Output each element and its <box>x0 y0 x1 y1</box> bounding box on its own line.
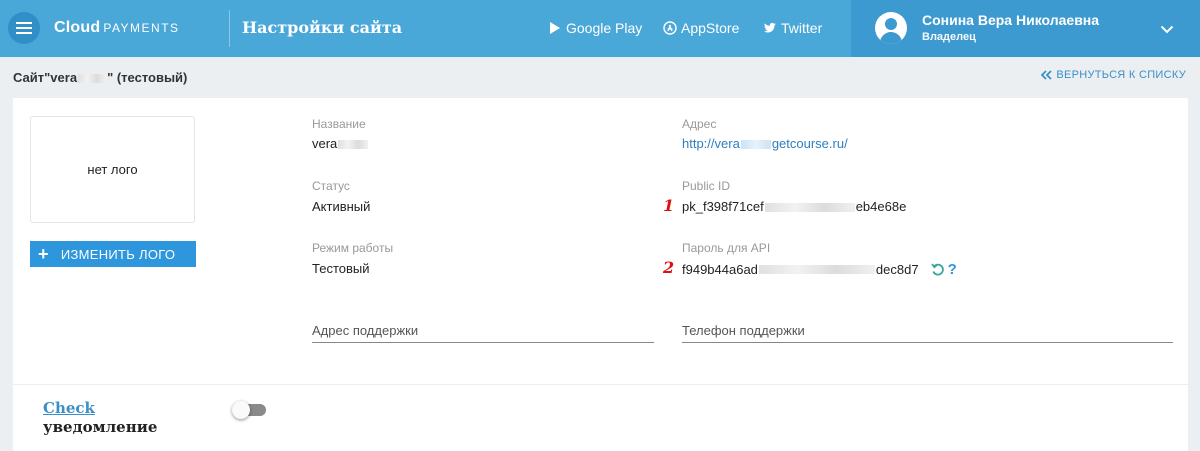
top-header: Cloud PAYMENTS Настройки сайта Google Pla… <box>0 0 1200 57</box>
name-value: vera <box>312 136 369 151</box>
name-value-text: vera <box>312 136 338 151</box>
annotation-marker-1: 1 <box>663 196 675 215</box>
public-id-label: Public ID <box>682 179 731 193</box>
address-suffix: getcourse.ru/ <box>771 136 848 151</box>
public-id-value: pk_f398f71cef eb4e68e <box>682 199 906 214</box>
plus-icon: + <box>38 244 49 264</box>
site-title-suffix: " (тестовый) <box>107 70 188 85</box>
check-notification-link[interactable]: Check <box>43 399 95 417</box>
help-icon[interactable]: ? <box>948 261 957 278</box>
status-label: Статус <box>312 179 350 193</box>
page-title: Настройки сайта <box>242 18 403 37</box>
support-address-input[interactable] <box>312 317 654 338</box>
no-logo-text: нет лого <box>87 162 138 177</box>
logo-light-text: PAYMENTS <box>103 21 180 35</box>
address-prefix: http://vera <box>682 136 740 151</box>
api-password-prefix: f949b44a6ad <box>682 262 758 277</box>
redacted-block <box>338 140 369 150</box>
support-address-field[interactable] <box>312 317 654 343</box>
api-password-suffix: dec8d7 <box>875 262 919 277</box>
address-label: Адрес <box>682 117 717 131</box>
avatar-icon <box>875 12 907 44</box>
change-logo-button[interactable]: + ИЗМЕНИТЬ ЛОГО <box>30 241 196 267</box>
appstore-link[interactable]: AppStore <box>663 20 739 36</box>
app-logo[interactable]: Cloud PAYMENTS <box>54 19 180 37</box>
user-name: Сонина Вера Николаевна <box>922 12 1100 28</box>
redacted-block <box>758 265 875 274</box>
double-chevron-left-icon <box>1041 70 1052 80</box>
redacted-block <box>764 203 855 213</box>
status-value: Активный <box>312 199 371 214</box>
api-password-value: f949b44a6ad dec8d7 ? <box>682 261 957 278</box>
redacted-block <box>78 74 107 84</box>
toggle-knob <box>232 401 250 419</box>
annotation-marker-2: 2 <box>663 258 675 277</box>
check-notification-subtitle: уведомление <box>43 418 158 436</box>
check-notification-toggle[interactable] <box>232 401 266 419</box>
appstore-label: AppStore <box>681 20 740 36</box>
support-phone-field[interactable] <box>682 317 1173 343</box>
mode-value: Тестовый <box>312 261 370 276</box>
menu-icon[interactable] <box>8 12 40 44</box>
logo-preview: нет лого <box>30 116 195 223</box>
twitter-label: Twitter <box>781 20 823 36</box>
refresh-icon[interactable] <box>930 262 945 277</box>
appstore-icon <box>663 21 677 35</box>
header-divider <box>229 10 230 47</box>
name-label: Название <box>312 117 366 131</box>
public-id-suffix: eb4e68e <box>855 199 907 214</box>
google-play-link[interactable]: Google Play <box>548 20 642 36</box>
twitter-icon <box>764 23 776 33</box>
site-address-link[interactable]: http://vera getcourse.ru/ <box>682 136 848 151</box>
site-title: Сайт"vera " (тестовый) <box>13 70 187 85</box>
change-logo-label: ИЗМЕНИТЬ ЛОГО <box>60 246 176 262</box>
support-phone-input[interactable] <box>682 317 1173 338</box>
back-to-list-link[interactable]: ВЕРНУТЬСЯ К СПИСКУ <box>1041 69 1186 81</box>
back-to-list-label: ВЕРНУТЬСЯ К СПИСКУ <box>1056 69 1186 81</box>
mode-label: Режим работы <box>312 241 394 255</box>
user-role: Владелец <box>922 31 976 43</box>
google-play-label: Google Play <box>566 20 643 36</box>
section-divider <box>13 384 1188 385</box>
google-play-icon <box>550 22 560 34</box>
public-id-prefix: pk_f398f71cef <box>682 199 764 214</box>
twitter-link[interactable]: Twitter <box>763 20 822 36</box>
site-settings-card: нет лого + ИЗМЕНИТЬ ЛОГО Название vera С… <box>13 98 1188 451</box>
chevron-down-icon[interactable] <box>1160 22 1174 36</box>
redacted-block <box>740 140 771 150</box>
logo-bold-text: Cloud <box>54 19 101 36</box>
site-title-prefix: Сайт"vera <box>13 70 78 85</box>
api-password-label: Пароль для API <box>682 241 771 255</box>
user-menu[interactable]: Сонина Вера Николаевна Владелец <box>851 0 1200 57</box>
